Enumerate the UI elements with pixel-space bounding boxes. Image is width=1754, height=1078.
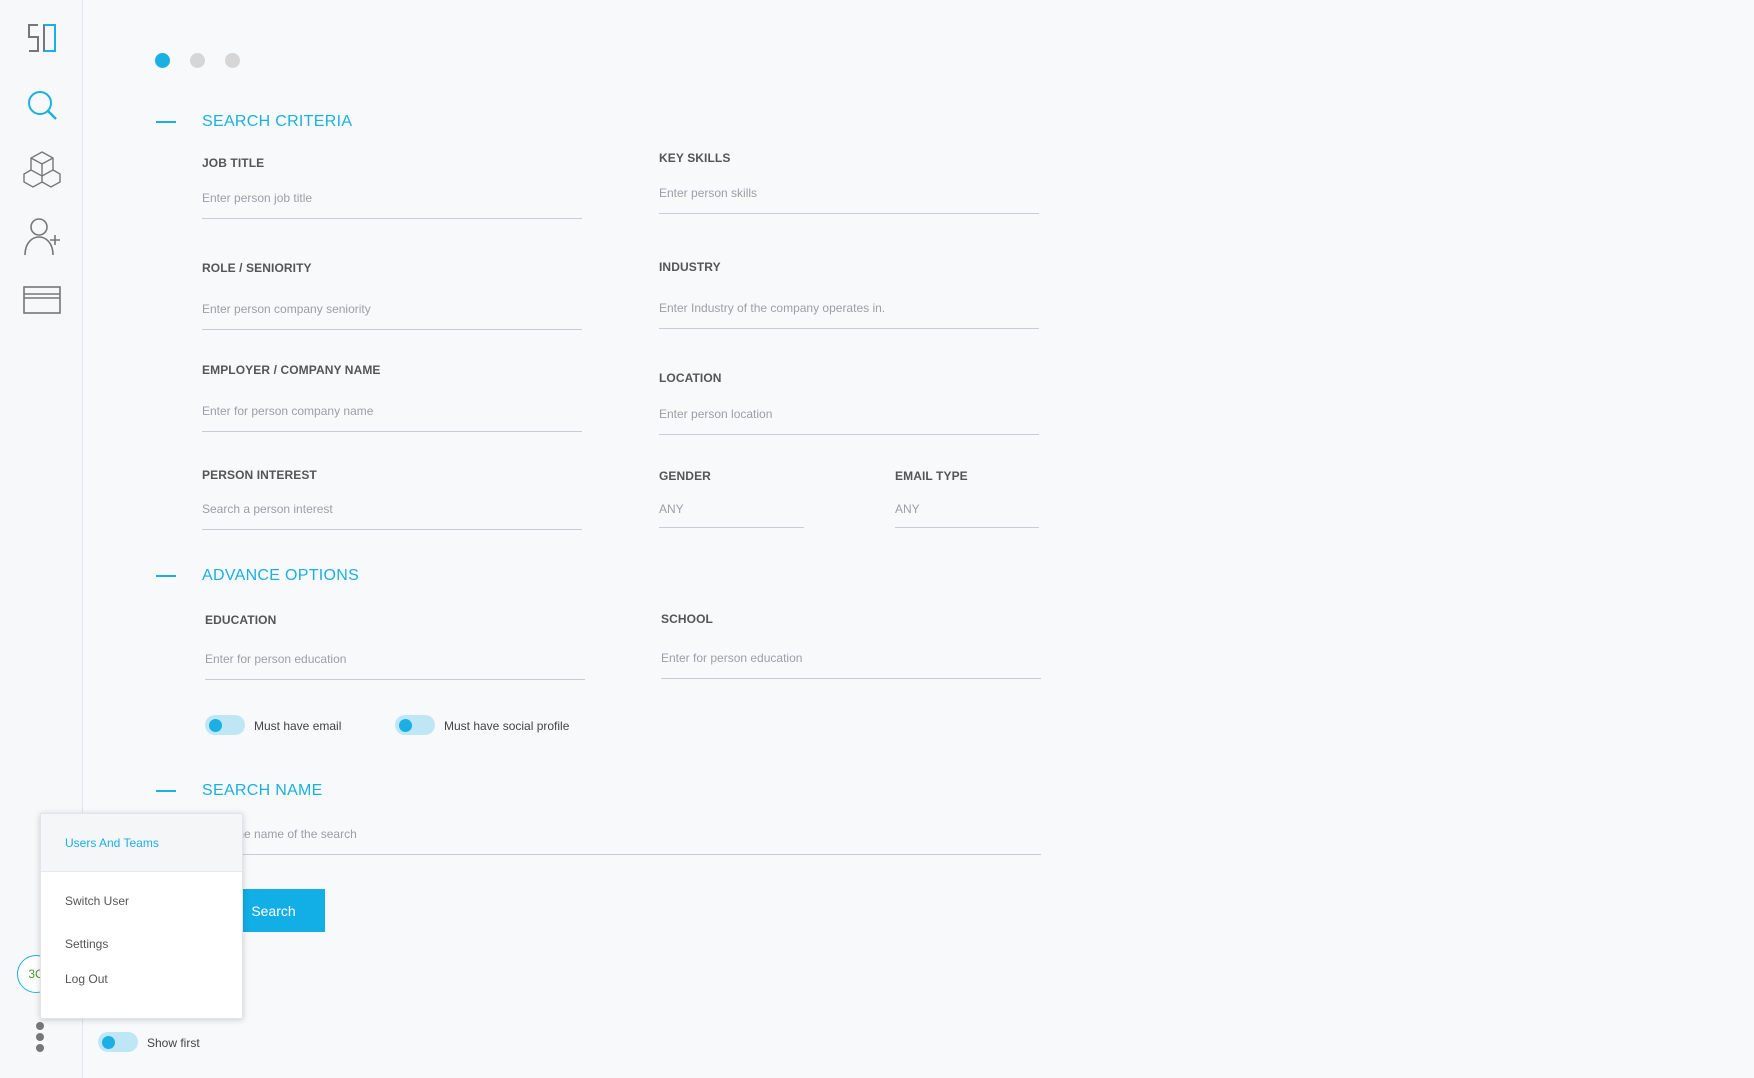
- location-input[interactable]: [659, 404, 1039, 435]
- menu-item-users-and-teams[interactable]: Users And Teams: [65, 836, 159, 850]
- collapse-search-name[interactable]: [156, 790, 176, 792]
- user-menu: Users And Teams Switch User Settings Log…: [40, 813, 243, 1019]
- step-dot-1[interactable]: [155, 53, 170, 68]
- role-seniority-label: ROLE / SENIORITY: [202, 261, 312, 275]
- gender-select[interactable]: ANY: [659, 502, 804, 528]
- must-have-social-toggle[interactable]: [395, 715, 435, 735]
- email-type-value: ANY: [895, 502, 920, 516]
- job-title-input[interactable]: [202, 188, 582, 219]
- menu-header: Users And Teams: [41, 814, 242, 872]
- school-label: SCHOOL: [661, 612, 713, 626]
- must-have-social-label: Must have social profile: [444, 719, 570, 733]
- card-icon[interactable]: [20, 278, 64, 322]
- email-type-select[interactable]: ANY: [895, 502, 1039, 528]
- email-type-label: EMAIL TYPE: [895, 469, 968, 483]
- step-dot-3[interactable]: [225, 53, 240, 68]
- collapse-advance-options[interactable]: [156, 575, 176, 577]
- person-interest-label: PERSON INTEREST: [202, 468, 317, 482]
- search-name-input[interactable]: [202, 824, 1041, 855]
- section-title-advance-options: ADVANCE OPTIONS: [202, 567, 360, 584]
- cubes-icon[interactable]: [20, 147, 64, 191]
- education-input[interactable]: [205, 649, 585, 680]
- location-label: LOCATION: [659, 371, 722, 385]
- school-input[interactable]: [661, 648, 1041, 679]
- gender-label: GENDER: [659, 469, 711, 483]
- section-title-search-criteria: SEARCH CRITERIA: [202, 113, 353, 130]
- must-have-email-toggle[interactable]: [205, 715, 245, 735]
- menu-item-settings[interactable]: Settings: [65, 937, 108, 951]
- role-seniority-input[interactable]: [202, 299, 582, 330]
- key-skills-input[interactable]: [659, 183, 1039, 214]
- employer-input[interactable]: [202, 401, 582, 432]
- show-first-label: Show first: [147, 1036, 200, 1050]
- section-title-search-name: SEARCH NAME: [202, 782, 323, 799]
- gender-value: ANY: [659, 502, 684, 516]
- logo-icon[interactable]: [20, 16, 64, 60]
- key-skills-label: KEY SKILLS: [659, 151, 731, 165]
- menu-item-log-out[interactable]: Log Out: [65, 972, 108, 986]
- employer-label: EMPLOYER / COMPANY NAME: [202, 363, 381, 377]
- person-interest-input[interactable]: [202, 499, 582, 530]
- add-user-icon[interactable]: [20, 214, 64, 258]
- education-label: EDUCATION: [205, 613, 277, 627]
- must-have-email-label: Must have email: [254, 719, 342, 733]
- job-title-label: JOB TITLE: [202, 156, 265, 170]
- search-icon[interactable]: [20, 83, 64, 127]
- industry-label: INDUSTRY: [659, 260, 721, 274]
- menu-item-switch-user[interactable]: Switch User: [65, 894, 129, 908]
- show-first-toggle[interactable]: [98, 1032, 138, 1052]
- collapse-search-criteria[interactable]: [156, 121, 176, 123]
- more-options-icon[interactable]: [34, 1022, 46, 1055]
- industry-input[interactable]: [659, 298, 1039, 329]
- step-dot-2[interactable]: [190, 53, 205, 68]
